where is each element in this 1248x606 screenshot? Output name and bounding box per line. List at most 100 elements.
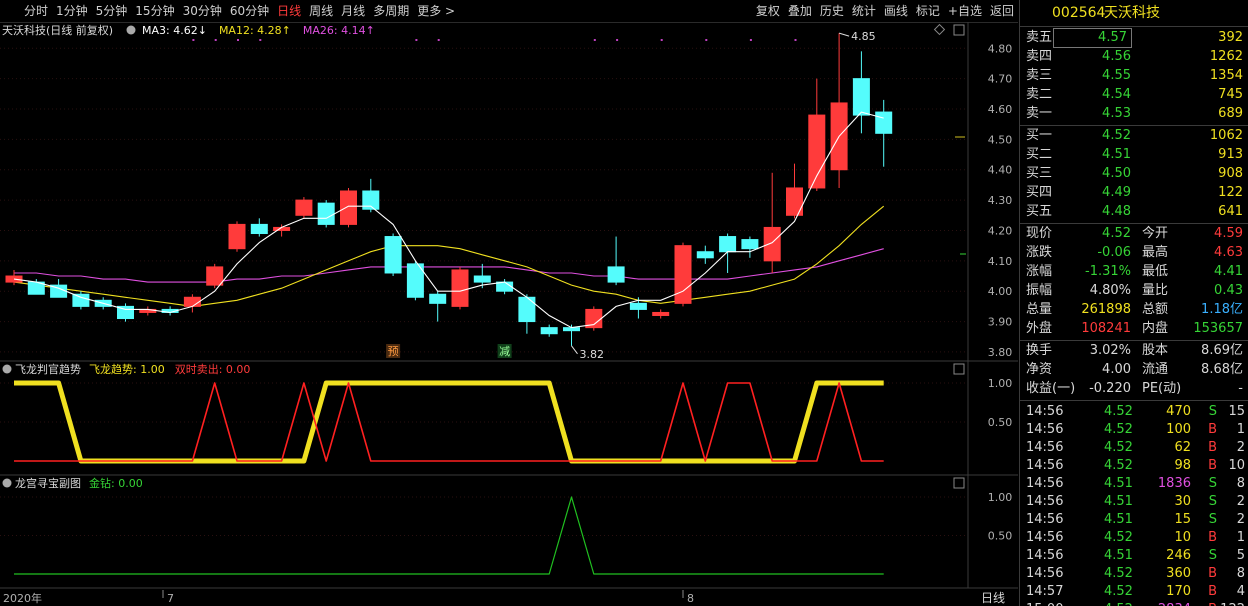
- tick-count: 5: [1236, 548, 1245, 563]
- period-tab-0[interactable]: 分时: [20, 0, 52, 22]
- tick-count: 10: [1228, 458, 1245, 473]
- stat-label: 股本: [1142, 343, 1169, 358]
- main-y-tick-8: 4.60: [988, 103, 1013, 116]
- ask-label: 卖三: [1026, 68, 1053, 83]
- stat-value: 4.80%: [1089, 283, 1131, 298]
- tick-time: 14:56: [1026, 458, 1064, 473]
- tick-row: 14:57 4.52 170 B 4: [1020, 583, 1248, 601]
- top-dot-11: [794, 39, 797, 41]
- toolbar-action-0[interactable]: 复权: [752, 0, 784, 22]
- tick-time: 14:56: [1026, 404, 1064, 419]
- toolbar-action-2[interactable]: 历史: [816, 0, 848, 22]
- bid-volume: 122: [1218, 185, 1243, 200]
- main-y-tick-7: 4.50: [988, 133, 1013, 146]
- tick-row: 14:56 4.51 30 S 2: [1020, 493, 1248, 511]
- tick-row: 14:56 4.52 100 B 1: [1020, 421, 1248, 439]
- period-tab-9[interactable]: 多周期: [369, 0, 413, 22]
- tick-time: 14:56: [1026, 476, 1064, 491]
- stat-value: 261898: [1081, 302, 1131, 317]
- period-tab-3[interactable]: 15分钟: [131, 0, 178, 22]
- toolbar-action-6[interactable]: +自选: [944, 0, 986, 22]
- tick-price: 4.52: [1104, 584, 1133, 599]
- bid-row: 买三 4.50 908: [1020, 165, 1248, 183]
- tick-row: 14:56 4.52 62 B 2: [1020, 439, 1248, 457]
- candle-body: [540, 327, 558, 335]
- ask-row: 卖五 4.57 392: [1020, 28, 1248, 48]
- bid-volume: 913: [1218, 147, 1243, 162]
- bid-label: 买二: [1026, 147, 1053, 162]
- bid-row: 买二 4.51 913: [1020, 146, 1248, 164]
- tick-side: B: [1208, 584, 1217, 599]
- period-tab-4[interactable]: 30分钟: [179, 0, 226, 22]
- candle-body: [852, 78, 870, 116]
- kline-chart-area[interactable]: 3.80 3.90 4.00 4.10 4.20 4.30 4.40 4.50 4.60 4.70…: [0, 22, 1018, 606]
- top-dot-0: [192, 39, 195, 41]
- tick-volume: 98: [1174, 458, 1191, 473]
- period-tab-8[interactable]: 月线: [337, 0, 369, 22]
- period-button[interactable]: 日线: [981, 591, 1005, 605]
- stat-value: 1.18亿: [1201, 302, 1243, 317]
- tick-count: 4: [1236, 584, 1245, 599]
- bid-volume: 1062: [1209, 128, 1243, 143]
- candle-body: [875, 111, 893, 134]
- bid-label: 买四: [1026, 185, 1053, 200]
- diamond-icon: [933, 23, 946, 36]
- tick-price: 4.52: [1104, 601, 1133, 606]
- period-tab-6[interactable]: 日线: [273, 0, 305, 22]
- candle: [72, 291, 90, 310]
- candle-body: [228, 223, 246, 250]
- tick-volume: 100: [1166, 422, 1191, 437]
- period-tab-5[interactable]: 60分钟: [226, 0, 273, 22]
- tick-row: 14:56 4.52 360 B 8: [1020, 565, 1248, 583]
- candle: [183, 294, 201, 313]
- tick-count: 2: [1236, 440, 1245, 455]
- bid-price: 4.52: [1102, 128, 1131, 143]
- signal-mark-1: 减: [499, 345, 510, 358]
- sub2-y-tick-0: 0.50: [988, 530, 1013, 543]
- toolbar-action-1[interactable]: 叠加: [784, 0, 816, 22]
- stat-row: 收益(一) -0.220 PE(动) -: [1020, 380, 1248, 398]
- toolbar-action-7[interactable]: 返回: [986, 0, 1018, 22]
- tick-side: S: [1208, 548, 1217, 563]
- candle: [340, 187, 357, 228]
- ask-price: 4.57: [1053, 28, 1132, 48]
- ask-label: 卖五: [1026, 30, 1053, 45]
- sub2-y-tick-1: 1.00: [988, 491, 1013, 504]
- top-dot-1: [214, 39, 217, 41]
- stat-label: 现价: [1026, 226, 1053, 241]
- candle: [763, 172, 781, 273]
- stat-value: 4.59: [1214, 226, 1243, 241]
- tick-time: 14:56: [1026, 512, 1064, 527]
- period-tab-2[interactable]: 5分钟: [92, 0, 132, 22]
- ma-legend-1: MA12: 4.28↑: [219, 24, 291, 37]
- ask-label: 卖四: [1026, 49, 1053, 64]
- tick-row: 14:56 4.52 10 B 1: [1020, 529, 1248, 547]
- toolbar-action-4[interactable]: 画线: [880, 0, 912, 22]
- candle: [295, 197, 313, 219]
- tick-count: 1: [1236, 530, 1245, 545]
- bid-label: 买一: [1026, 128, 1053, 143]
- stat-row: 涨跌 -0.06 最高 4.63: [1020, 244, 1248, 262]
- tick-count: 8: [1236, 566, 1245, 581]
- stat-row: 涨幅 -1.31% 最低 4.41: [1020, 263, 1248, 281]
- tick-volume: 10: [1174, 530, 1191, 545]
- period-tab-1[interactable]: 1分钟: [52, 0, 92, 22]
- period-tab-10[interactable]: 更多 >: [413, 0, 459, 22]
- sub1-legend-0: 飞龙趋势: 1.00: [89, 363, 165, 376]
- tick-side: B: [1208, 530, 1217, 545]
- candle: [607, 236, 625, 286]
- stat-label: PE(动): [1142, 381, 1182, 396]
- sub1-legend-1: 双时卖出: 0.00: [175, 362, 251, 376]
- candle-body: [206, 266, 224, 286]
- stat-label: 总量: [1026, 302, 1053, 317]
- period-tab-7[interactable]: 周线: [305, 0, 337, 22]
- candle-body: [607, 266, 625, 283]
- ask-row: 卖二 4.54 745: [1020, 86, 1248, 104]
- candle-body: [317, 202, 335, 225]
- toolbar-action-3[interactable]: 统计: [848, 0, 880, 22]
- tick-time: 15:00: [1026, 601, 1063, 606]
- sub1-y-tick-0: 0.50: [988, 416, 1013, 429]
- candle-body: [518, 296, 536, 323]
- stat-label: 涨跌: [1026, 245, 1053, 260]
- toolbar-action-5[interactable]: 标记: [912, 0, 944, 22]
